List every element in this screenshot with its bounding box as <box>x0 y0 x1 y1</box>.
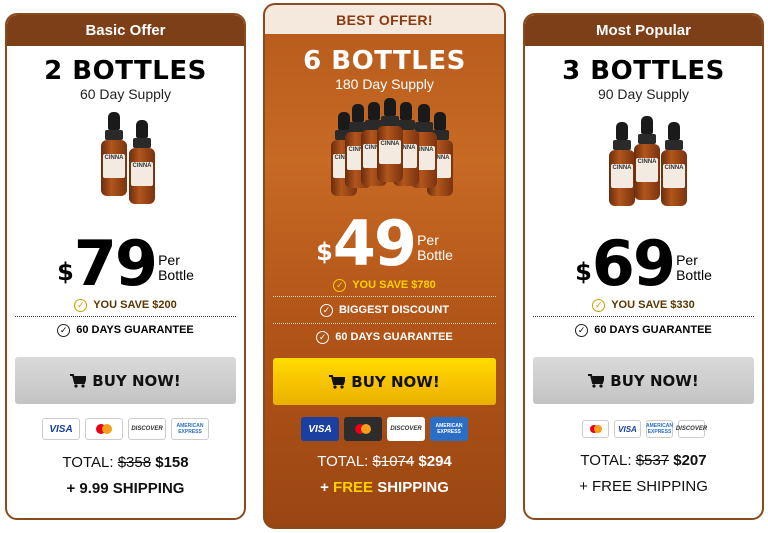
price-currency: $ <box>316 238 333 266</box>
bottle-image: CINNA <box>661 122 687 206</box>
savings-text: YOU SAVE $780 <box>352 279 436 291</box>
feature-item: ✓ 60 DAYS GUARANTEE <box>265 324 504 350</box>
bottle-image: CINNA <box>609 122 635 206</box>
new-total: $294 <box>418 453 452 470</box>
check-circle-icon: ✓ <box>57 323 71 337</box>
offer-title: 3 BOTTLES <box>562 56 725 86</box>
feature-item: ✓ 60 DAYS GUARANTEE <box>525 319 762 341</box>
total-line: TOTAL: $537 $207 <box>580 452 707 469</box>
bottle-image: CINNA <box>101 112 127 196</box>
check-circle-icon: ✓ <box>316 330 330 344</box>
offer-supply: 90 Day Supply <box>597 86 690 102</box>
payment-methods: VISA DISCOVER AMERICAN EXPRESS <box>7 418 244 440</box>
price-unit: Per Bottle <box>676 252 712 283</box>
discover-icon: DISCOVER <box>676 420 707 438</box>
buy-now-button[interactable]: BUY NOW! <box>15 357 236 404</box>
shipping-line: + 9.99 SHIPPING <box>66 480 185 497</box>
mastercard-icon <box>344 417 382 441</box>
divider <box>533 316 754 317</box>
buy-now-label: BUY NOW! <box>610 371 699 390</box>
feature-text: BIGGEST DISCOUNT <box>338 304 449 316</box>
shipping-line: + FREE SHIPPING <box>320 479 449 496</box>
savings-text: YOU SAVE $330 <box>611 299 695 311</box>
offer-header: Basic Offer <box>7 15 244 46</box>
divider <box>15 316 236 317</box>
price: $ 79 Per Bottle <box>7 227 244 300</box>
savings-text: YOU SAVE $200 <box>93 299 177 311</box>
feature-item: ✓ 60 DAYS GUARANTEE <box>7 319 244 341</box>
check-circle-icon: ✓ <box>333 278 347 292</box>
price-currency: $ <box>57 258 74 286</box>
visa-icon: VISA <box>614 420 641 438</box>
check-circle-icon: ✓ <box>74 298 88 312</box>
shopping-cart-icon <box>70 373 87 388</box>
discover-icon: DISCOVER <box>128 418 166 440</box>
buy-now-button[interactable]: BUY NOW! <box>273 358 496 405</box>
bottle-image: CINNA <box>634 116 660 200</box>
bottle-image: CINNA <box>377 98 403 182</box>
bottle-image: CINNA <box>129 120 155 204</box>
buy-now-label: BUY NOW! <box>351 372 440 391</box>
shopping-cart-icon <box>588 373 605 388</box>
shopping-cart-icon <box>329 374 346 389</box>
check-circle-icon: ✓ <box>575 323 589 337</box>
product-image: CINNA CINNA <box>7 110 244 230</box>
visa-icon: VISA <box>42 418 80 440</box>
buy-now-button[interactable]: BUY NOW! <box>533 357 754 404</box>
offer-card-basic: Basic Offer 2 BOTTLES 60 Day Supply CINN… <box>5 13 246 520</box>
offer-card-best: BEST OFFER! 6 BOTTLES 180 Day Supply CIN… <box>263 3 506 529</box>
free-shipping-highlight: FREE <box>333 479 374 496</box>
payment-methods: VISA DISCOVER AMERICAN EXPRESS <box>265 417 504 441</box>
offer-title: 6 BOTTLES <box>303 46 466 76</box>
feature-item: ✓ BIGGEST DISCOUNT <box>265 297 504 323</box>
total-line: TOTAL: $358 $158 <box>62 454 189 471</box>
product-image: CINNA CINNA CINNA CINNA CINNA CINNA CINN… <box>265 98 504 210</box>
buy-now-label: BUY NOW! <box>92 371 181 390</box>
price-amount: 69 <box>591 227 676 300</box>
new-total: $158 <box>155 454 189 471</box>
price: $ 69 Per Bottle <box>525 227 762 300</box>
product-image: CINNA CINNA CINNA <box>525 110 762 230</box>
offer-supply: 180 Day Supply <box>335 76 434 92</box>
price-unit: Per Bottle <box>417 232 453 263</box>
price-amount: 79 <box>73 227 158 300</box>
offer-title: 2 BOTTLES <box>44 56 207 86</box>
shipping-line: + FREE SHIPPING <box>579 478 708 495</box>
price-currency: $ <box>575 258 592 286</box>
price-unit: Per Bottle <box>158 252 194 283</box>
payment-methods: VISA AMERICAN EXPRESS DISCOVER <box>525 420 762 438</box>
offer-supply: 60 Day Supply <box>79 86 172 102</box>
mastercard-icon <box>582 420 609 438</box>
discover-icon: DISCOVER <box>387 417 425 441</box>
offer-card-popular: Most Popular 3 BOTTLES 90 Day Supply CIN… <box>523 13 764 520</box>
old-total: $1074 <box>372 453 415 470</box>
amex-icon: AMERICAN EXPRESS <box>171 418 209 440</box>
price-amount: 49 <box>332 207 417 280</box>
old-total: $537 <box>635 452 670 469</box>
feature-text: 60 DAYS GUARANTEE <box>594 324 712 336</box>
offer-header: Most Popular <box>525 15 762 46</box>
feature-text: 60 DAYS GUARANTEE <box>76 324 194 336</box>
amex-icon: AMERICAN EXPRESS <box>430 417 468 441</box>
old-total: $358 <box>117 454 152 471</box>
price: $ 49 Per Bottle <box>265 207 504 280</box>
mastercard-icon <box>85 418 123 440</box>
visa-icon: VISA <box>301 417 339 441</box>
new-total: $207 <box>673 452 707 469</box>
offer-header: BEST OFFER! <box>265 5 504 34</box>
total-line: TOTAL: $1074 $294 <box>317 453 452 470</box>
check-circle-icon: ✓ <box>592 298 606 312</box>
check-circle-icon: ✓ <box>319 303 333 317</box>
amex-icon: AMERICAN EXPRESS <box>646 420 673 438</box>
feature-text: 60 DAYS GUARANTEE <box>335 331 453 343</box>
